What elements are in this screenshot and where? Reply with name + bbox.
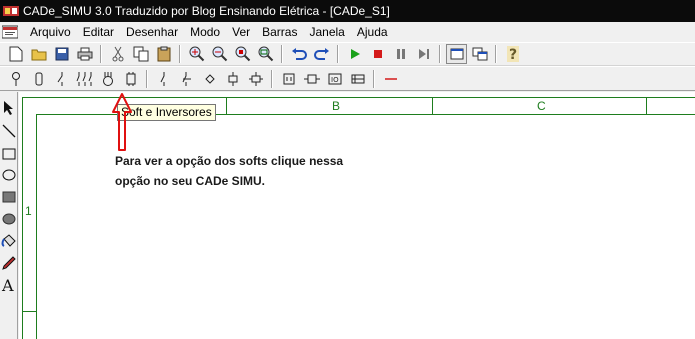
menu-ajuda[interactable]: Ajuda bbox=[351, 25, 394, 39]
lamp-icon[interactable] bbox=[5, 69, 26, 89]
menu-bar: Arquivo Editar Desenhar Modo Ver Barras … bbox=[0, 22, 695, 41]
toolbar-separator bbox=[271, 69, 273, 88]
filled-rectangle-icon[interactable] bbox=[0, 187, 18, 207]
menu-modo[interactable]: Modo bbox=[184, 25, 226, 39]
toolbar-separator bbox=[100, 45, 102, 63]
svg-text:A: A bbox=[1, 277, 14, 293]
plc-icon[interactable] bbox=[347, 69, 368, 89]
menu-editar[interactable]: Editar bbox=[77, 25, 120, 39]
grid-line bbox=[226, 97, 227, 114]
cut-icon[interactable] bbox=[107, 44, 128, 64]
components-toolbar: IO bbox=[0, 66, 695, 91]
line-icon[interactable] bbox=[380, 69, 401, 89]
copy-icon[interactable] bbox=[130, 44, 151, 64]
title-bar: CADe_SIMU 3.0 Traduzido por Blog Ensinan… bbox=[0, 0, 695, 22]
column-label-c: C bbox=[537, 99, 546, 113]
diamond-icon[interactable] bbox=[199, 69, 220, 89]
stop-icon[interactable] bbox=[367, 44, 388, 64]
fuse-icon[interactable] bbox=[28, 69, 49, 89]
redo-icon[interactable] bbox=[311, 44, 332, 64]
new-file-icon[interactable] bbox=[5, 44, 26, 64]
toolbar-separator bbox=[439, 45, 441, 63]
menu-barras[interactable]: Barras bbox=[256, 25, 303, 39]
menu-ver[interactable]: Ver bbox=[226, 25, 256, 39]
relay-contacts-icon[interactable] bbox=[74, 69, 95, 89]
column-label-b: B bbox=[332, 99, 341, 113]
main-toolbar: ? bbox=[0, 42, 695, 66]
multi-window-icon[interactable] bbox=[469, 44, 490, 64]
paste-icon[interactable] bbox=[153, 44, 174, 64]
svg-text:IO: IO bbox=[331, 76, 339, 84]
annotation-line-2: opção no seu CADe SIMU. bbox=[115, 174, 266, 188]
zoom-out-icon[interactable] bbox=[209, 44, 230, 64]
io-icon[interactable]: IO bbox=[324, 69, 345, 89]
toolbar-separator bbox=[179, 45, 181, 63]
annotation-text: Para ver a opção dos softs clique nessa … bbox=[115, 151, 385, 191]
pointer-icon[interactable] bbox=[0, 98, 18, 118]
text-icon[interactable]: A bbox=[0, 275, 18, 295]
menu-arquivo[interactable]: Arquivo bbox=[24, 25, 77, 39]
motor-icon[interactable] bbox=[97, 69, 118, 89]
save-icon[interactable] bbox=[51, 44, 72, 64]
play-icon[interactable] bbox=[344, 44, 365, 64]
contact-icon[interactable] bbox=[51, 69, 72, 89]
zoom-window-icon[interactable] bbox=[255, 44, 276, 64]
undo-icon[interactable] bbox=[288, 44, 309, 64]
timer-icon[interactable] bbox=[245, 69, 266, 89]
fill-bucket-icon[interactable] bbox=[0, 231, 18, 251]
connector-icon[interactable] bbox=[301, 69, 322, 89]
toolbar-separator bbox=[146, 69, 148, 88]
red-arrow-annotation bbox=[112, 93, 132, 151]
annotation-line-1: Para ver a opção dos softs clique nessa bbox=[115, 154, 344, 168]
open-folder-icon[interactable] bbox=[28, 44, 49, 64]
contact-no-icon[interactable] bbox=[153, 69, 174, 89]
step-icon[interactable] bbox=[413, 44, 434, 64]
window-icon[interactable] bbox=[446, 44, 467, 64]
filled-ellipse-icon[interactable] bbox=[0, 209, 18, 229]
pause-icon[interactable] bbox=[390, 44, 411, 64]
zoom-in-icon[interactable] bbox=[186, 44, 207, 64]
drawing-tools-panel: A bbox=[0, 92, 18, 339]
menu-janela[interactable]: Janela bbox=[303, 25, 350, 39]
grid-line bbox=[646, 97, 647, 114]
print-icon[interactable] bbox=[74, 44, 95, 64]
coil-icon[interactable] bbox=[222, 69, 243, 89]
grid-line bbox=[432, 97, 433, 114]
contact-nc-icon[interactable] bbox=[176, 69, 197, 89]
cade-simu-app-icon[interactable] bbox=[3, 3, 19, 19]
document-system-icon[interactable] bbox=[2, 24, 18, 40]
soft-inverter-icon[interactable] bbox=[120, 69, 141, 89]
ellipse-icon[interactable] bbox=[0, 165, 18, 185]
terminal-icon[interactable] bbox=[278, 69, 299, 89]
help-icon[interactable]: ? bbox=[502, 44, 523, 64]
zoom-fit-icon[interactable] bbox=[232, 44, 253, 64]
toolbar-separator bbox=[281, 45, 283, 63]
grid-line bbox=[22, 97, 23, 339]
row-label-1: 1 bbox=[25, 204, 32, 218]
line-draw-icon[interactable] bbox=[0, 121, 18, 141]
toolbar-separator bbox=[373, 69, 375, 88]
pen-icon[interactable] bbox=[0, 253, 18, 273]
grid-line bbox=[36, 114, 37, 339]
grid-line bbox=[22, 311, 37, 312]
rectangle-icon[interactable] bbox=[0, 144, 18, 164]
toolbar-separator bbox=[337, 45, 339, 63]
menu-desenhar[interactable]: Desenhar bbox=[120, 25, 184, 39]
window-title: CADe_SIMU 3.0 Traduzido por Blog Ensinan… bbox=[23, 4, 390, 18]
toolbar-separator bbox=[495, 45, 497, 63]
